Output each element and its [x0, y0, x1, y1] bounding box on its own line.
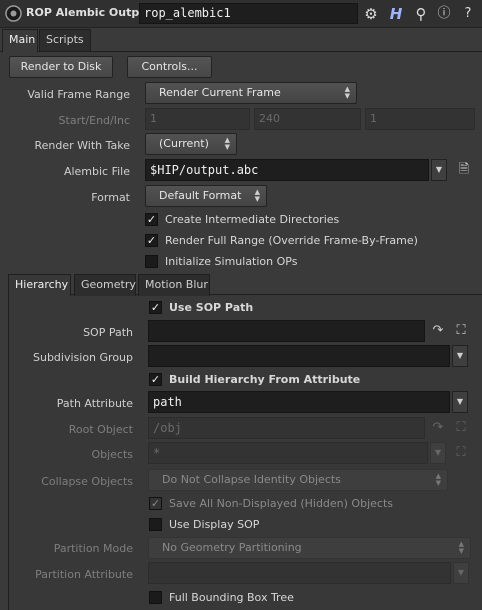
- node-chooser-icon[interactable]: ⛶: [452, 322, 470, 340]
- jump-arrow-icon[interactable]: ↷: [429, 322, 447, 340]
- tab-motion-blur[interactable]: Motion Blur: [138, 274, 210, 296]
- alembic-file-input[interactable]: $HIP/output.abc: [145, 159, 429, 181]
- sop-path-label: SOP Path: [83, 326, 133, 339]
- collapse-objects-label: Collapse Objects: [41, 475, 133, 488]
- info-icon[interactable]: ⓘ: [434, 4, 454, 24]
- partition-mode-label: Partition Mode: [53, 542, 133, 555]
- render-full-range-checkbox[interactable]: ✓: [145, 234, 158, 247]
- save-non-displayed-checkbox[interactable]: ✓: [149, 497, 162, 510]
- partition-mode-value: No Geometry Partitioning: [162, 541, 302, 554]
- path-attribute-dropdown[interactable]: ▼: [452, 391, 468, 413]
- create-intermediate-dirs-checkbox[interactable]: ✓: [145, 213, 158, 226]
- subdivision-group-label: Subdivision Group: [32, 351, 133, 364]
- valid-frame-range-menu[interactable]: Render Current Frame ▲ ▼: [145, 82, 357, 104]
- format-menu[interactable]: Default Format ▲ ▼: [145, 185, 267, 207]
- updown-arrow-icon: ▲ ▼: [254, 188, 260, 203]
- start-end-inc-label: Start/End/Inc: [58, 114, 130, 127]
- subdivision-group-input[interactable]: [148, 345, 450, 367]
- help-icon[interactable]: ?: [458, 4, 478, 24]
- render-with-take-menu[interactable]: (Current) ▲ ▼: [145, 133, 237, 155]
- full-bbox-tree-label: Full Bounding Box Tree: [169, 591, 294, 604]
- tab-main[interactable]: Main: [2, 29, 38, 52]
- render-to-disk-button[interactable]: Render to Disk: [9, 56, 113, 78]
- jump-arrow-icon[interactable]: ↷: [429, 419, 447, 437]
- node-chooser-icon[interactable]: ⛶: [452, 419, 470, 437]
- render-with-take-value: (Current): [159, 137, 209, 150]
- build-hierarchy-checkbox[interactable]: ✓: [149, 373, 162, 386]
- render-full-range-label: Render Full Range (Override Frame-By-Fra…: [165, 234, 418, 247]
- node-type-title: ROP Alembic Output: [26, 6, 153, 19]
- collapse-objects-value: Do Not Collapse Identity Objects: [162, 473, 341, 486]
- partition-attribute-dropdown[interactable]: ▼: [453, 562, 469, 584]
- tab-scripts[interactable]: Scripts: [39, 29, 91, 51]
- alembic-file-label: Alembic File: [63, 165, 130, 178]
- create-intermediate-dirs-label: Create Intermediate Directories: [165, 213, 340, 226]
- objects-input[interactable]: *: [148, 442, 428, 464]
- end-frame-field[interactable]: 240: [254, 108, 361, 130]
- build-hierarchy-label: Build Hierarchy From Attribute: [169, 373, 361, 386]
- tab-geometry[interactable]: Geometry: [74, 274, 136, 296]
- objects-label: Objects: [91, 448, 133, 461]
- help-h-icon[interactable]: H: [386, 4, 406, 24]
- use-sop-path-checkbox[interactable]: ✓: [149, 301, 162, 314]
- format-label: Format: [91, 191, 130, 204]
- partition-attribute-label: Partition Attribute: [35, 568, 133, 581]
- sop-path-input[interactable]: [148, 320, 425, 342]
- updown-arrow-icon: ▲ ▼: [224, 136, 230, 151]
- full-bbox-tree-checkbox[interactable]: [149, 591, 162, 604]
- render-with-take-label: Render With Take: [34, 139, 130, 152]
- collapse-objects-menu[interactable]: Do Not Collapse Identity Objects ▲ ▼: [148, 469, 448, 491]
- format-value: Default Format: [159, 189, 242, 202]
- root-object-label: Root Object: [68, 423, 133, 436]
- node-chooser-icon[interactable]: ⛶: [452, 444, 470, 462]
- partition-attribute-input[interactable]: [148, 562, 451, 584]
- rop-node-icon: [5, 5, 22, 22]
- path-attribute-label: Path Attribute: [56, 397, 133, 410]
- root-object-input[interactable]: /obj: [148, 417, 425, 439]
- controls-button[interactable]: Controls...: [127, 56, 212, 78]
- valid-frame-range-label: Valid Frame Range: [27, 88, 130, 101]
- use-sop-path-label: Use SOP Path: [169, 301, 254, 314]
- search-icon[interactable]: ⚲: [411, 4, 431, 24]
- initialize-sim-ops-label: Initialize Simulation OPs: [165, 255, 298, 268]
- save-non-displayed-label: Save All Non-Displayed (Hidden) Objects: [169, 497, 393, 510]
- main-tab-divider: [0, 51, 482, 52]
- tab-hierarchy[interactable]: Hierarchy: [8, 274, 71, 296]
- file-chooser-icon[interactable]: 🗎: [455, 161, 473, 179]
- parameter-header: ROP Alembic Output rop_alembic1 ⚙ H ⚲ ⓘ …: [0, 0, 482, 28]
- start-frame-field[interactable]: 1: [145, 108, 250, 130]
- initialize-sim-ops-checkbox[interactable]: [145, 255, 158, 268]
- objects-dropdown[interactable]: ▼: [430, 442, 446, 464]
- updown-arrow-icon: ▲ ▼: [435, 472, 441, 487]
- inc-frame-field[interactable]: 1: [365, 108, 475, 130]
- updown-arrow-icon: ▲ ▼: [458, 540, 464, 555]
- path-attribute-input[interactable]: path: [148, 391, 450, 413]
- gear-icon[interactable]: ⚙: [361, 4, 381, 24]
- use-display-sop-label: Use Display SOP: [169, 518, 260, 531]
- subdivision-group-dropdown[interactable]: ▼: [452, 345, 468, 367]
- partition-mode-menu[interactable]: No Geometry Partitioning ▲ ▼: [148, 537, 471, 559]
- use-display-sop-checkbox[interactable]: [149, 518, 162, 531]
- node-name-input[interactable]: rop_alembic1: [139, 3, 358, 24]
- valid-frame-range-value: Render Current Frame: [159, 86, 281, 99]
- alembic-file-dropdown[interactable]: ▼: [431, 159, 447, 181]
- updown-arrow-icon: ▲ ▼: [344, 85, 350, 100]
